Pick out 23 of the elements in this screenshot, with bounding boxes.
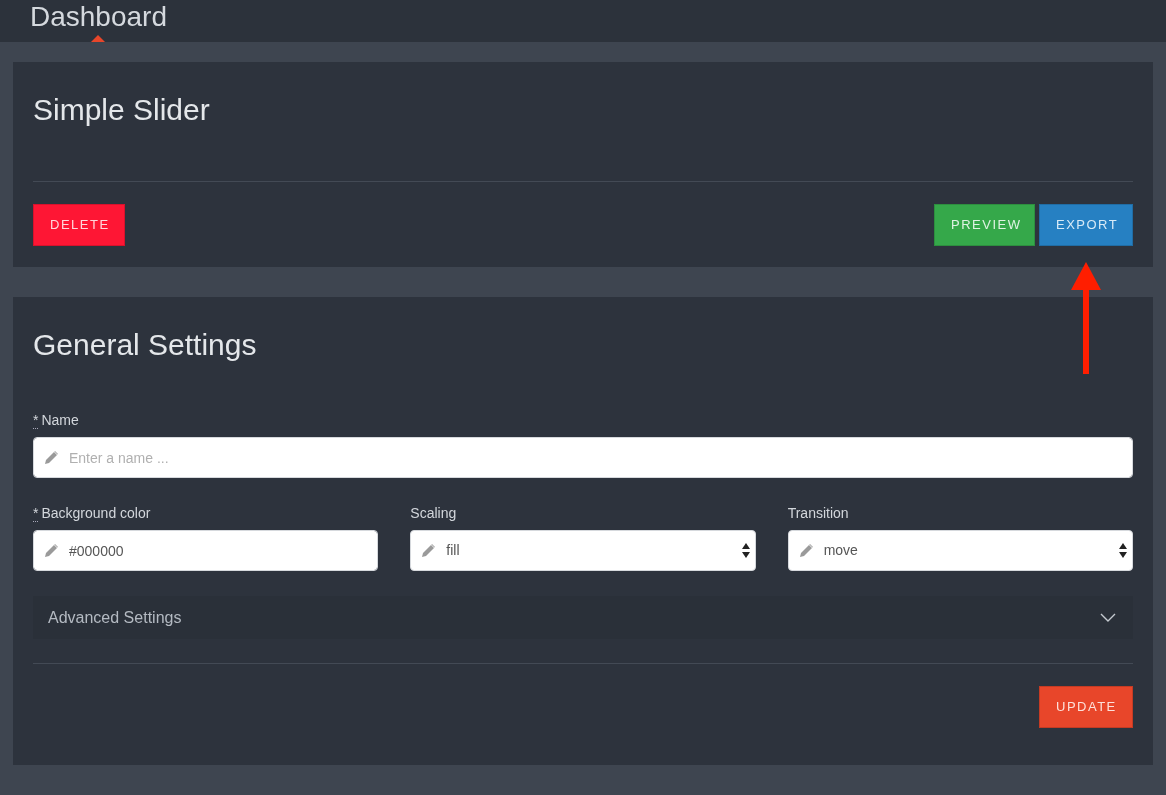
pencil-icon	[799, 544, 813, 557]
advanced-settings-toggle[interactable]: Advanced Settings	[33, 596, 1133, 639]
select-field[interactable]: fill	[410, 530, 756, 571]
panel-title: General Settings	[33, 327, 258, 363]
field-label: Background color	[41, 505, 151, 521]
nav-tab[interactable]: Dashboard	[30, 0, 167, 34]
sort-arrows-icon	[741, 543, 750, 558]
pencil-icon	[45, 451, 58, 464]
pencil-icon	[422, 544, 436, 557]
text-field[interactable]: Enter a name ...	[33, 437, 1133, 478]
required-mark: *	[33, 412, 39, 429]
required-mark: *	[33, 505, 39, 522]
panel-title: Simple Slider	[33, 92, 211, 128]
active-tab-pointer-icon	[91, 35, 106, 42]
chevron-down-icon	[1100, 613, 1116, 622]
field-label: Name	[41, 412, 79, 428]
sort-arrows-icon	[1119, 543, 1127, 558]
select-field[interactable]: move	[787, 530, 1133, 571]
field-label: Transition	[787, 505, 849, 521]
text-field[interactable]: #000000	[33, 530, 379, 571]
export-button[interactable]: EXPORT	[1039, 204, 1133, 246]
field-label: Scaling	[410, 505, 457, 521]
pencil-icon	[45, 544, 58, 557]
